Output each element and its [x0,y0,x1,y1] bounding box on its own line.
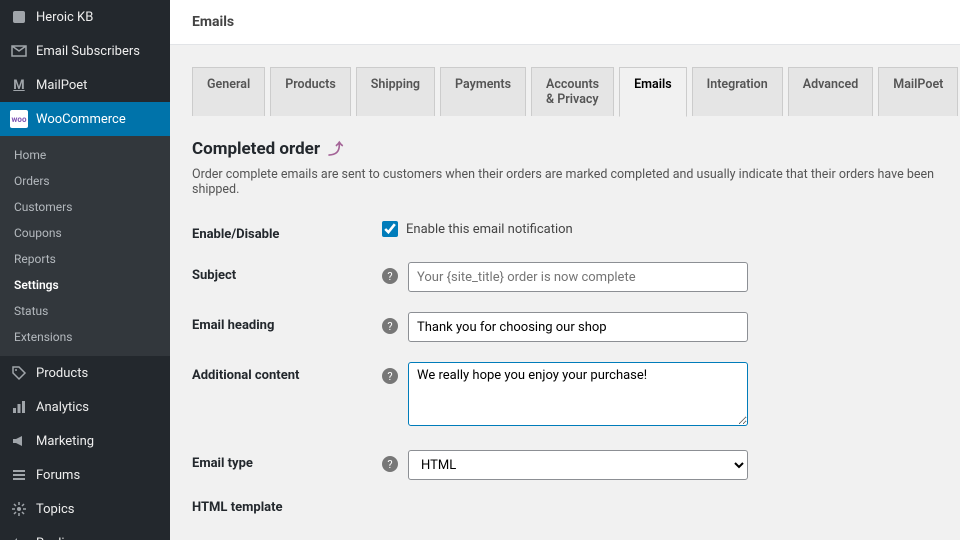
burst-icon [10,500,28,518]
admin-sidebar: Heroic KB Email Subscribers M MailPoet w… [0,0,170,540]
section-title: Completed order ⤴ [192,138,938,159]
sidebar-item-topics[interactable]: Topics [0,492,170,526]
additional-content-textarea[interactable]: We really hope you enjoy your purchase! [408,362,748,426]
sidebar-sub-reports[interactable]: Reports [0,246,170,272]
sidebar-sub-orders[interactable]: Orders [0,168,170,194]
tab-advanced[interactable]: Advanced [788,67,874,116]
subject-input[interactable] [408,262,748,292]
sidebar-label: Analytics [36,400,89,415]
sidebar-label: WooCommerce [36,112,126,127]
sidebar-label: Replies [36,536,78,540]
sidebar-item-mailpoet[interactable]: M MailPoet [0,68,170,102]
megaphone-icon [10,432,28,450]
tab-accounts-privacy[interactable]: Accounts & Privacy [531,67,614,116]
heading-input[interactable] [408,312,748,342]
sidebar-item-replies[interactable]: Replies [0,526,170,540]
help-icon[interactable] [382,318,398,334]
sidebar-label: Products [36,366,88,381]
settings-tabs: General Products Shipping Payments Accou… [192,67,938,116]
sidebar-item-email-subscribers[interactable]: Email Subscribers [0,34,170,68]
enable-label: Enable/Disable [192,221,382,242]
sidebar-item-woocommerce[interactable]: woo WooCommerce [0,102,170,136]
sidebar-label: MailPoet [36,78,87,93]
sidebar-label: Marketing [36,434,94,449]
sidebar-sub-extensions[interactable]: Extensions [0,324,170,350]
sidebar-label: Email Subscribers [36,44,140,59]
stack-icon [10,466,28,484]
woocommerce-icon: woo [10,110,28,128]
sidebar-submenu: Home Orders Customers Coupons Reports Se… [0,136,170,356]
sidebar-sub-settings[interactable]: Settings [0,272,170,298]
sidebar-sub-customers[interactable]: Customers [0,194,170,220]
sidebar-item-analytics[interactable]: Analytics [0,390,170,424]
tab-shipping[interactable]: Shipping [356,67,435,116]
tab-payments[interactable]: Payments [440,67,526,116]
main-content: Emails General Products Shipping Payment… [170,0,960,540]
tab-products[interactable]: Products [270,67,351,116]
email-type-select[interactable]: HTML [408,450,748,480]
sidebar-sub-home[interactable]: Home [0,142,170,168]
enable-checkbox[interactable] [382,221,398,237]
tab-general[interactable]: General [192,67,265,116]
section-description: Order complete emails are sent to custom… [192,167,938,197]
subject-label: Subject [192,262,382,283]
envelope-icon [10,42,28,60]
sidebar-item-forums[interactable]: Forums [0,458,170,492]
tab-integration[interactable]: Integration [692,67,783,116]
m-icon: M [10,76,28,94]
html-template-label: HTML template [192,500,938,515]
email-type-label: Email type [192,450,382,471]
tag-icon [10,364,28,382]
heading-label: Email heading [192,312,382,333]
sidebar-label: Topics [36,502,75,517]
tab-emails[interactable]: Emails [619,67,687,117]
sidebar-sub-coupons[interactable]: Coupons [0,220,170,246]
additional-content-label: Additional content [192,362,382,383]
help-icon[interactable] [382,456,398,472]
sidebar-item-heroic-kb[interactable]: Heroic KB [0,0,170,34]
sidebar-label: Heroic KB [36,10,93,25]
sidebar-item-products[interactable]: Products [0,356,170,390]
help-icon[interactable] [382,268,398,284]
sidebar-label: Forums [36,468,80,483]
reply-icon [10,534,28,540]
sidebar-item-marketing[interactable]: Marketing [0,424,170,458]
page-title: Emails [170,0,960,45]
tab-mailpoet[interactable]: MailPoet [878,67,958,116]
sidebar-sub-status[interactable]: Status [0,298,170,324]
square-icon [10,8,28,26]
section-title-text: Completed order [192,139,320,159]
bars-icon [10,398,28,416]
enable-checkbox-label: Enable this email notification [406,222,573,237]
back-arrow-icon[interactable]: ⤴ [328,138,343,159]
help-icon[interactable] [382,368,398,384]
